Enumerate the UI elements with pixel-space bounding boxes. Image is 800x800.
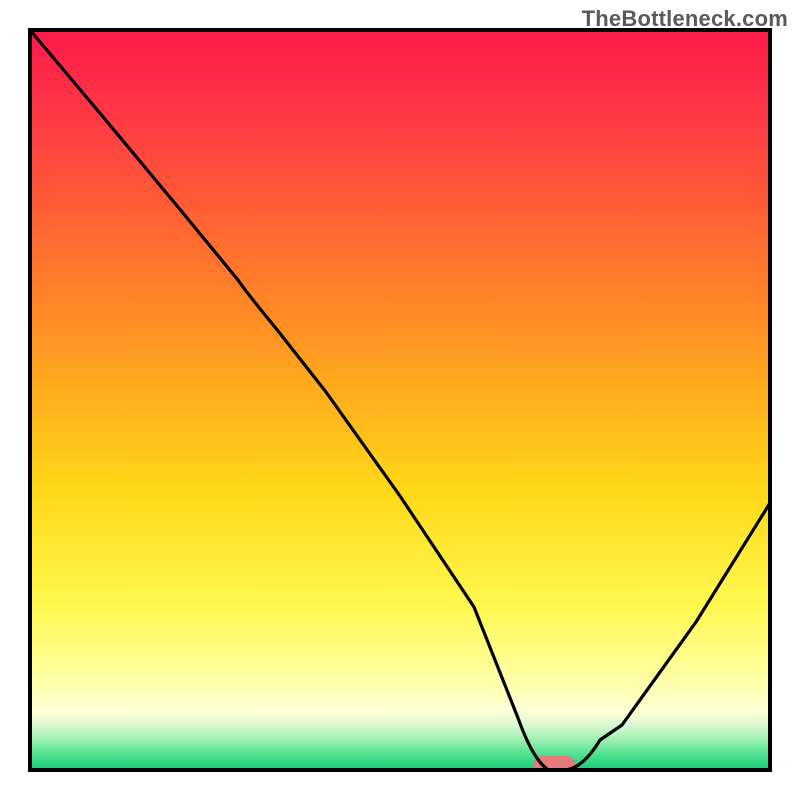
plot-area: [30, 30, 770, 770]
bottleneck-chart: [0, 0, 800, 800]
chart-container: TheBottleneck.com: [0, 0, 800, 800]
watermark-text: TheBottleneck.com: [582, 6, 788, 32]
gradient-background: [30, 30, 770, 770]
